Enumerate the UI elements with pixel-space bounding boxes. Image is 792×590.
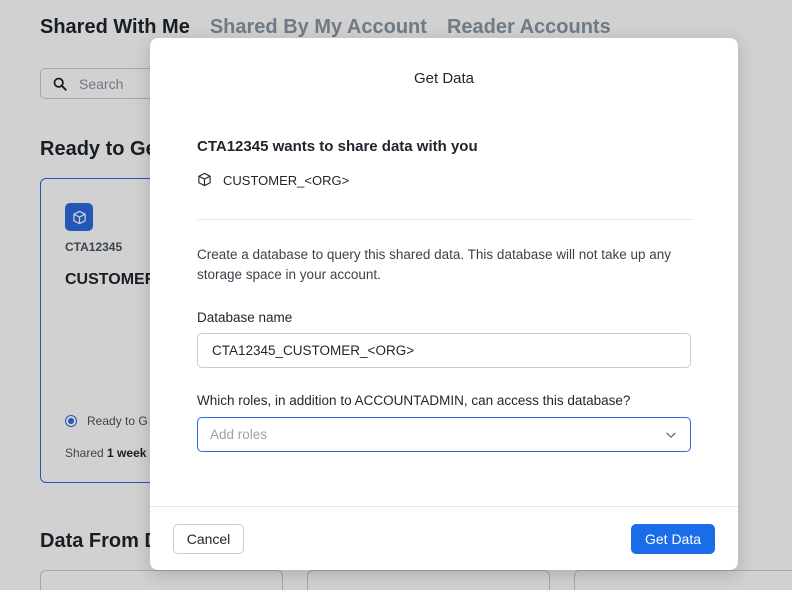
divider [197, 219, 692, 220]
database-name-label: Database name [197, 310, 293, 325]
chevron-down-icon [664, 428, 678, 442]
roles-placeholder: Add roles [210, 427, 268, 442]
share-heading: CTA12345 wants to share data with you [197, 138, 478, 155]
shared-object: CUSTOMER_<ORG> [197, 172, 349, 188]
get-data-button[interactable]: Get Data [631, 524, 715, 554]
get-data-dialog: Get Data CTA12345 wants to share data wi… [150, 38, 738, 570]
footer-divider [150, 506, 738, 507]
cube-icon [197, 172, 213, 188]
roles-select[interactable]: Add roles [197, 417, 691, 452]
dialog-title: Get Data [413, 70, 475, 87]
dialog-description: Create a database to query this shared d… [197, 247, 672, 282]
database-name-input[interactable] [197, 333, 691, 368]
cancel-button[interactable]: Cancel [173, 524, 244, 554]
roles-label: Which roles, in addition to ACCOUNTADMIN… [197, 393, 631, 408]
shared-object-label: CUSTOMER_<ORG> [223, 172, 350, 188]
